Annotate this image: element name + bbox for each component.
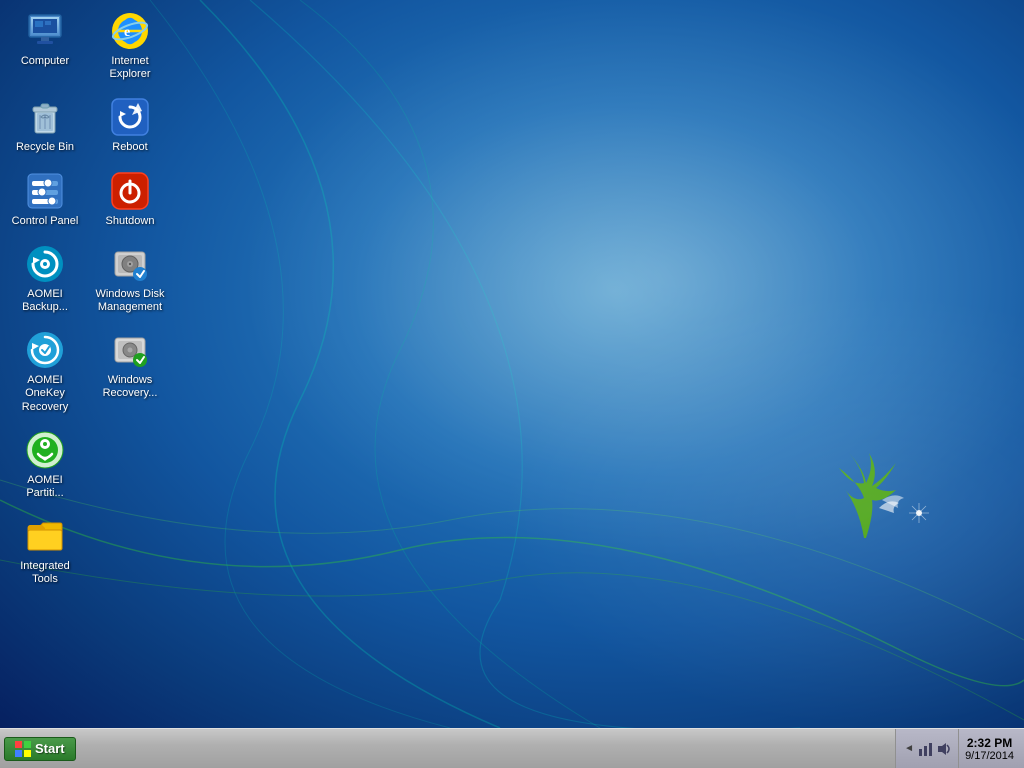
onekey-label: AOMEI OneKey Recovery [9,374,81,414]
integrated-tools-label: Integrated Tools [9,560,81,586]
windows-logo [15,741,31,757]
reboot-label: Reboot [112,141,147,154]
clock-date: 9/17/2014 [965,750,1014,762]
sparkle [904,498,934,528]
aomei-parti-label: AOMEI Partiti... [9,474,81,500]
computer-label: Computer [21,55,69,68]
network-tray-icon [918,741,934,757]
start-label: Start [35,741,65,756]
recycle-label: Recycle Bin [16,141,74,154]
reboot-icon[interactable]: Reboot [90,91,170,160]
system-tray: ◄ [895,729,958,768]
aomei-backup-icon[interactable]: AOMEI Backup... [5,238,85,320]
integrated-tools-icon[interactable]: Integrated Tools [5,510,85,592]
aomei-backup-label: AOMEI Backup... [9,288,81,314]
onekey-recovery-icon[interactable]: AOMEI OneKey Recovery [5,324,85,420]
tray-expand[interactable]: ◄ [902,741,916,756]
plant-decoration [824,448,904,548]
desktop-icons: Computer e Internet Explorer [5,5,175,596]
taskbar: Start ◄ 2:32 PM 9/17/2014 [0,728,1024,768]
shutdown-label: Shutdown [106,215,155,228]
computer-icon[interactable]: Computer [5,5,85,87]
ie-label: Internet Explorer [94,55,166,81]
clock-time: 2:32 PM [967,736,1012,750]
disk-mgmt-label: Windows Disk Management [94,288,166,314]
shutdown-icon[interactable]: Shutdown [90,165,170,234]
desktop: Computer e Internet Explorer [0,0,1024,728]
control-panel-icon[interactable]: Control Panel [5,165,85,234]
control-panel-label: Control Panel [12,215,79,228]
recycle-bin-icon[interactable]: Recycle Bin [5,91,85,160]
start-button[interactable]: Start [4,737,76,761]
taskbar-right: ◄ 2:32 PM 9/17/2014 [895,729,1024,768]
internet-explorer-icon[interactable]: e Internet Explorer [90,5,170,87]
disk-management-icon[interactable]: Windows Disk Management [90,238,170,320]
win-recovery-label: Windows Recovery... [94,374,166,400]
volume-tray-icon [936,741,952,757]
windows-recovery-icon[interactable]: Windows Recovery... [90,324,170,420]
clock-area[interactable]: 2:32 PM 9/17/2014 [958,729,1020,768]
aomei-partition-icon[interactable]: AOMEI Partiti... [5,424,85,506]
